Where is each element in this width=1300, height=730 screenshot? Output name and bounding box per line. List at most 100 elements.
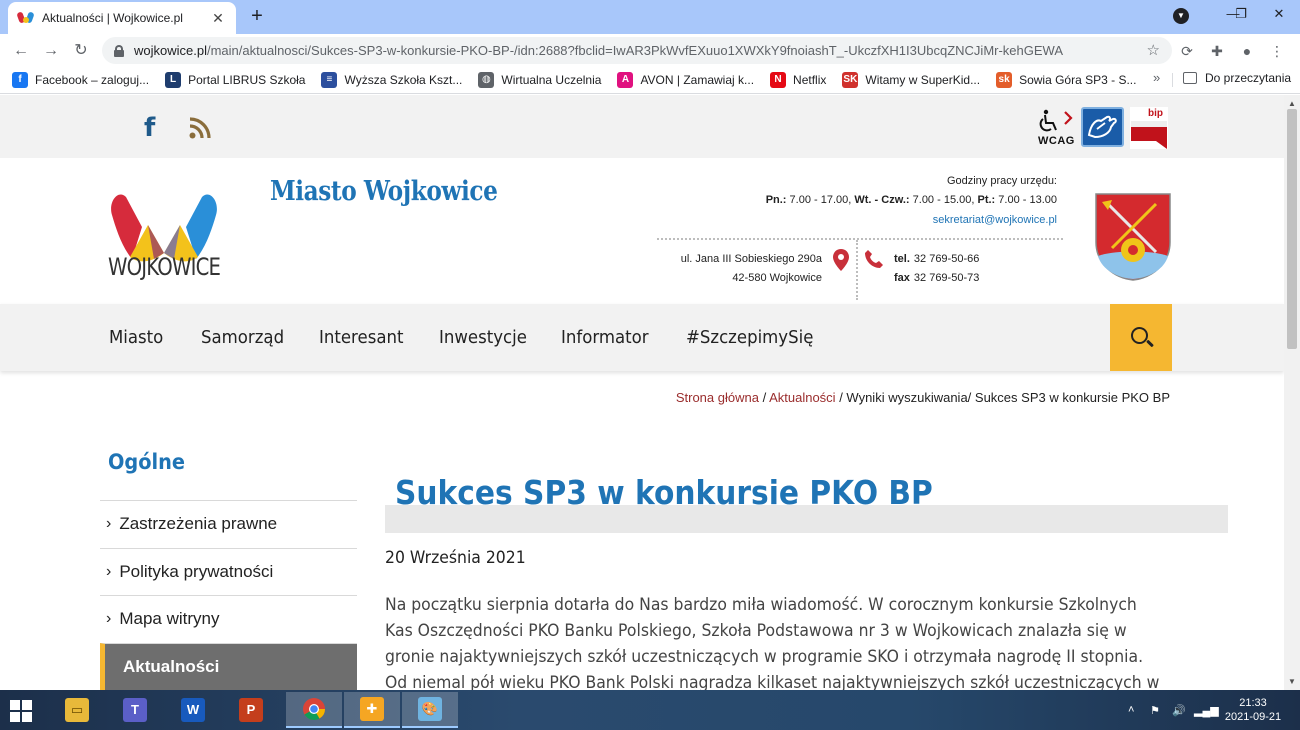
sidebar-menu: › Zastrzeżenia prawne › Polityka prywatnośc… <box>100 500 357 690</box>
address-bar[interactable]: wojkowice.pl/main/aktualnosci/Sukces-SP3… <box>102 37 1172 64</box>
lock-icon[interactable] <box>114 44 124 57</box>
bookmark-item[interactable]: ≡ Wyższa Szkoła Kszt... <box>321 71 462 88</box>
article-line: Kas Oszczędności PKO Banku Polskiego, Sz… <box>385 621 1127 641</box>
sidebar-item-1[interactable]: › Polityka prywatności <box>100 547 357 596</box>
restore-icon[interactable]: ❐ <box>1226 0 1256 30</box>
forward-icon[interactable]: → <box>40 40 62 62</box>
wheelchair-icon <box>1039 109 1073 132</box>
bookmark-item[interactable]: L Portal LIBRUS Szkoła <box>165 71 305 88</box>
bip-icon[interactable]: bip <box>1130 107 1168 149</box>
article-title: Sukces SP3 w konkursie PKO BP <box>395 473 933 512</box>
breadcrumb: Strona główna / Aktualności / Wyniki wys… <box>675 390 1170 405</box>
bookmarks-overflow-button[interactable]: » <box>1153 70 1160 85</box>
tab-title: Aktualności | Wojkowice.pl <box>42 11 183 25</box>
sign-language-icon[interactable] <box>1081 107 1124 147</box>
tray-overflow-icon[interactable]: ˄ <box>1128 704 1134 716</box>
back-icon[interactable]: ← <box>10 40 32 62</box>
nav-item-1[interactable]: Samorząd <box>201 327 284 348</box>
powerpoint-icon[interactable]: P <box>228 692 274 728</box>
sidebar-item-3[interactable]: Aktualności <box>100 642 357 690</box>
window-close-icon[interactable]: ✕ <box>1258 0 1300 30</box>
browser-tab-strip: Aktualności | Wojkowice.pl ✕ + ▼ — ❐ ✕ <box>0 0 1300 34</box>
top-social-strip: f WCAG bip <box>0 95 1284 158</box>
page-viewport: f WCAG bip WOJKOWICE Miasto Wojkowice Go… <box>0 95 1284 690</box>
file-explorer-icon[interactable]: ▭ <box>54 692 100 728</box>
nav-item-0[interactable]: Miasto <box>109 327 163 348</box>
bookmark-item[interactable]: sk Sowia Góra SP3 - S... <box>996 71 1136 88</box>
globe-icon: ◍ <box>478 71 495 88</box>
app-plus-icon[interactable]: ✚ <box>344 692 400 728</box>
reading-list-icon <box>1183 72 1197 84</box>
tray-network-icon[interactable]: ▂▄▆ <box>1194 704 1219 717</box>
office-hours: Pn.: 7.00 - 17.00, Wt. - Czw.: 7.00 - 15… <box>765 194 1057 206</box>
site-header: WOJKOWICE Miasto Wojkowice Godziny pracy… <box>0 158 1284 304</box>
avon-icon: A <box>617 71 634 88</box>
sidebar-item-0[interactable]: › Zastrzeżenia prawne <box>100 500 357 548</box>
paint-icon[interactable]: 🎨 <box>402 692 458 728</box>
teams-icon[interactable]: T <box>112 692 158 728</box>
breadcrumb-current: Sukces SP3 w konkursie PKO BP <box>974 390 1170 405</box>
nav-item-2[interactable]: Interesant <box>319 327 403 348</box>
bookmark-item[interactable]: SK Witamy w SuperKid... <box>842 71 980 88</box>
wcag-accessibility-badge[interactable]: WCAG <box>1036 109 1076 149</box>
bookmark-item[interactable]: ◍ Wirtualna Uczelnia <box>478 71 601 88</box>
chevron-right-icon: › <box>106 515 112 533</box>
chevron-right-icon: › <box>106 610 112 628</box>
office-hours-label: Godziny pracy urzędu: <box>946 175 1057 187</box>
facebook-icon[interactable]: f <box>144 113 155 143</box>
scroll-down-icon[interactable]: ▼ <box>1288 677 1296 686</box>
site-title[interactable]: Miasto Wojkowice <box>270 176 498 207</box>
reload-icon[interactable]: ↻ <box>70 40 92 62</box>
scroll-up-icon[interactable]: ▲ <box>1288 99 1296 108</box>
tab-search-icon[interactable]: ▼ <box>1173 8 1189 24</box>
tab-close-icon[interactable]: ✕ <box>210 10 226 27</box>
coat-of-arms-icon <box>1095 193 1171 281</box>
word-icon[interactable]: W <box>170 692 216 728</box>
tray-flag-icon[interactable]: ⚑ <box>1150 704 1160 717</box>
email-link[interactable]: sekretariat@wojkowice.pl <box>933 214 1057 226</box>
wsk-icon: ≡ <box>321 71 338 88</box>
profile-avatar-icon[interactable]: ● <box>1237 41 1257 61</box>
article-line: gronie najaktywniejszych szkół uczestnic… <box>385 647 1144 667</box>
sidebar-item-2[interactable]: › Mapa witryny <box>100 595 357 643</box>
map-pin-icon <box>833 249 849 271</box>
scroll-thumb[interactable] <box>1287 109 1297 349</box>
chrome-menu-icon[interactable]: ⋮ <box>1267 41 1287 61</box>
breadcrumb-home-link[interactable]: Strona główna <box>676 390 759 405</box>
reading-list-button[interactable]: Do przeczytania <box>1183 71 1291 85</box>
chrome-taskbar-icon[interactable] <box>286 692 342 728</box>
breadcrumb-news-link[interactable]: Aktualności <box>769 390 835 405</box>
nav-item-4[interactable]: Informator <box>561 327 649 348</box>
rss-icon[interactable] <box>189 117 211 139</box>
windows-taskbar: ▭ T W P ✚ 🎨 ˄ ⚑ 🔊 ▂▄▆ 21:33 2021-09-21 <box>0 690 1300 730</box>
librus-icon: L <box>165 71 182 88</box>
office-address: ul. Jana III Sobieskiego 290a 42-580 Woj… <box>680 253 822 284</box>
bookmark-item[interactable]: f Facebook – zaloguj... <box>12 71 149 88</box>
page-scrollbar[interactable]: ▲ ▼ <box>1284 95 1300 690</box>
windows-start-icon[interactable] <box>10 700 32 722</box>
extensions-puzzle-icon[interactable]: ✚ <box>1207 41 1227 61</box>
browser-tab-active[interactable]: Aktualności | Wojkowice.pl ✕ <box>8 2 236 34</box>
phone-numbers: tel. 32 769-50-66 fax 32 769-50-73 <box>894 253 980 284</box>
new-tab-button[interactable]: + <box>246 5 268 27</box>
superkid-icon: SK <box>842 71 859 88</box>
netflix-icon: N <box>770 71 787 88</box>
taskbar-clock[interactable]: 21:33 2021-09-21 <box>1223 696 1283 724</box>
bookmarks-divider <box>1172 73 1173 87</box>
nav-item-3[interactable]: Inwestycje <box>439 327 527 348</box>
sync-extension-icon[interactable]: ⟳ <box>1177 41 1197 61</box>
bookmark-item[interactable]: N Netflix <box>770 71 826 88</box>
main-navigation: Miasto Samorząd Interesant Inwestycje Inform… <box>0 304 1284 371</box>
url-text[interactable]: wojkowice.pl/main/aktualnosci/Sukces-SP3… <box>134 43 1172 58</box>
bookmark-star-icon[interactable]: ☆ <box>1147 41 1160 59</box>
nav-item-5[interactable]: #SzczepimySię <box>686 327 813 348</box>
dotted-divider-vertical <box>856 240 858 300</box>
bookmark-item[interactable]: A AVON | Zamawiaj k... <box>617 71 754 88</box>
chevron-right-icon: › <box>106 562 112 580</box>
logo-text: WOJKOWICE <box>108 253 221 281</box>
article-line: Na początku sierpnia dotarła do Nas bard… <box>385 595 1137 615</box>
breadcrumb-results[interactable]: Wyniki wyszukiwania <box>846 390 967 405</box>
tray-volume-icon[interactable]: 🔊 <box>1172 704 1186 717</box>
article-line: Od niemal pół wieku PKO Bank Polski nagr… <box>385 673 1160 690</box>
search-button[interactable] <box>1110 304 1172 371</box>
